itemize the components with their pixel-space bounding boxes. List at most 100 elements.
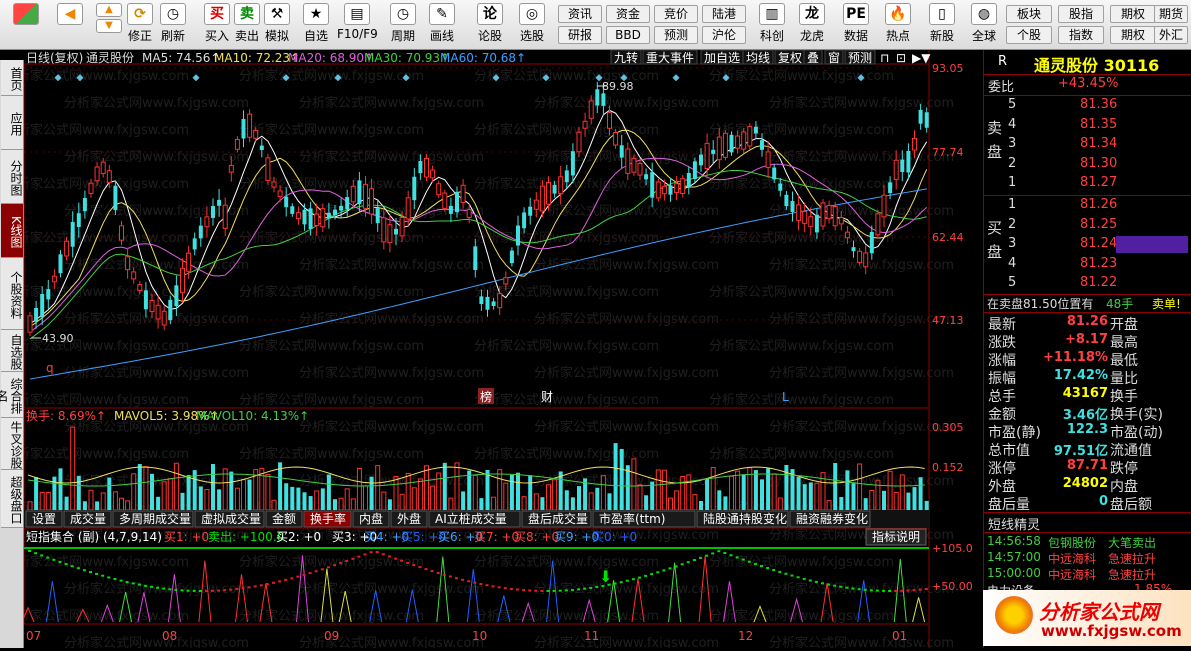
left-tab-2[interactable]: 分时图 (1, 150, 23, 204)
toolbar-button-5[interactable]: ◷ 周期 (383, 3, 423, 47)
indicator-title: 短指集合 (副) (4,7,9,14) (26, 529, 162, 544)
indicator-tab-4[interactable]: 金额 (272, 511, 296, 526)
refresh-fix-button[interactable]: ⟳ 修正 (125, 3, 155, 47)
watermark-text: 分析家公式网www.fxjgsw.com (299, 95, 484, 111)
up-down-button[interactable]: ▲ ▼ (96, 3, 122, 47)
indicator-tab-2[interactable]: 多周期成交量 (119, 511, 191, 526)
left-tab-6[interactable]: 综合排名 (0, 372, 23, 418)
toolbar-button-7[interactable]: 论论股 (470, 3, 510, 47)
menu-arrow-icon[interactable]: ▶▼ (912, 51, 931, 65)
back-button[interactable]: ◀ (50, 3, 90, 47)
marker-cai[interactable]: 财 (541, 390, 553, 404)
grid-button-1-0[interactable]: 研报 (558, 26, 602, 44)
watermark-text: 分析家公式网www.fxjgsw.com (534, 635, 719, 648)
buy-level-3[interactable]: 3 81.24 (984, 236, 1191, 254)
buy-level-1[interactable]: 1 81.26 (984, 197, 1191, 215)
indicator-tab-0[interactable]: 设置 (32, 512, 56, 526)
marker-q[interactable]: q (46, 361, 54, 375)
volume-highlight-bar (1116, 236, 1188, 253)
toolbar-button-9[interactable]: ▥ 科创 (752, 3, 792, 47)
toolbar-button-11[interactable]: PE 数据 (836, 3, 876, 47)
left-tab-8[interactable]: 超级盘口 (1, 470, 23, 528)
turnover-label: 换手: 8.69%↑ (26, 409, 106, 423)
sell-level-3[interactable]: 3 81.34 (984, 136, 1191, 154)
right-grid-button-0-1[interactable]: 股指 (1058, 5, 1104, 23)
buy-level-2[interactable]: 2 81.25 (984, 217, 1191, 235)
ma20-label: MA20: 68.90↑ (288, 51, 374, 65)
kline-chart-area[interactable]: 分析家公式网www.fxjgsw.com 分析家公式网www.fxjgsw.com… (4, 49, 981, 651)
indicator-tab-8[interactable]: AI立桩成交量 (435, 511, 507, 526)
watermark-text: 分析家公式网www.fxjgsw.com (474, 230, 659, 246)
grid-button-0-0[interactable]: 资讯 (558, 5, 602, 23)
grid-button-0-1[interactable]: 资金 (606, 5, 650, 23)
vol-axis-top: 0.305 (932, 421, 964, 434)
toolbar-button-10[interactable]: 龙龙虎 (792, 3, 832, 47)
toolbar-button-8[interactable]: ◎ 选股 (512, 3, 552, 47)
right-grid-button-0-3[interactable]: 期货 (1154, 5, 1188, 23)
indicator-tab-1[interactable]: 成交量 (70, 511, 106, 526)
sell-level-2[interactable]: 2 81.30 (984, 156, 1191, 174)
indicator-tab-5[interactable]: 换手率 (310, 511, 346, 526)
chart-tool-1[interactable]: 重大事件 (646, 51, 694, 65)
right-grid-button-1-2[interactable]: 期权 (1110, 26, 1156, 44)
ind-axis-top: +105.0 (932, 542, 973, 555)
left-tab-0[interactable]: 首页 (1, 60, 23, 96)
chart-tool-7[interactable]: 预测 (848, 51, 872, 65)
toolbar-button-2[interactable]: ⚒ 模拟 (257, 3, 297, 47)
grid-button-0-2[interactable]: 竞价 (654, 5, 698, 23)
watermark-text: 分析家公式网www.fxjgsw.com (534, 365, 719, 381)
right-grid-button-1-0[interactable]: 个股 (1006, 26, 1052, 44)
grid-button-1-2[interactable]: 预测 (654, 26, 698, 44)
chart-tool-3[interactable]: 均线 (746, 51, 770, 65)
right-grid-button-0-2[interactable]: 期权 (1110, 5, 1156, 23)
buy-level-5[interactable]: 5 81.22 (984, 275, 1191, 293)
indicator-tab-10[interactable]: 市盈率(ttm) (599, 511, 665, 526)
buy-level-4[interactable]: 4 81.23 (984, 256, 1191, 274)
marker-l[interactable]: L (782, 390, 789, 404)
x-tick-4: 11 (584, 629, 599, 643)
chart-tool-4[interactable]: 复权 (778, 51, 802, 65)
grid-button-1-1[interactable]: BBD (606, 26, 650, 44)
watermark-text: 分析家公式网www.fxjgsw.com (24, 446, 189, 462)
sell-level-4[interactable]: 4 81.35 (984, 117, 1191, 135)
left-tab-5[interactable]: 自选股 (1, 330, 23, 372)
grid-button-0-3[interactable]: 陆港 (702, 5, 746, 23)
toolbar-button-12[interactable]: 🔥 热点 (878, 3, 918, 47)
watermark-text: 分析家公式网www.fxjgsw.com (64, 635, 249, 648)
star-icon: ★ (303, 3, 329, 25)
indicator-tab-3[interactable]: 虚拟成交量 (201, 511, 261, 526)
indicator-tab-7[interactable]: 外盘 (397, 511, 421, 526)
reload-button[interactable]: ◷ 刷新 (158, 3, 188, 47)
indicator-tab-12[interactable]: 融资融券变化 (796, 511, 868, 526)
chart-tool-6[interactable]: 窗 (828, 51, 840, 65)
toolbar-button-4[interactable]: ▤ F10/F9 (337, 3, 378, 47)
sell-level-1[interactable]: 1 81.27 (984, 175, 1191, 193)
toolbar-button-3[interactable]: ★ 自选 (296, 3, 336, 47)
fullscreen-icon[interactable]: ⊡ (896, 51, 906, 65)
left-tab-4[interactable]: 个股资料 (1, 258, 23, 330)
indicator-explain-button[interactable]: 指标说明 (872, 529, 920, 544)
right-grid-button-1-1[interactable]: 指数 (1058, 26, 1104, 44)
indicator-tab-11[interactable]: 陆股通持股变化 (703, 511, 787, 526)
hot-icon: 🔥 (885, 3, 911, 25)
right-grid-button-1-3[interactable]: 外汇 (1154, 26, 1188, 44)
chart-tool-0[interactable]: 九转 (614, 50, 638, 65)
left-tab-1[interactable]: 应用 (1, 96, 23, 150)
sell-level-5[interactable]: 5 81.36 (984, 97, 1191, 115)
chart-tool-2[interactable]: 加自选 (704, 51, 740, 65)
marker-bang[interactable]: 榜 (480, 389, 492, 404)
price-tick-0: 93.05 (932, 62, 964, 75)
toolbar-button-14[interactable]: ◍ 全球 (964, 3, 1004, 47)
left-tab-3[interactable]: K线图 (1, 204, 23, 258)
toolbar-button-6[interactable]: ✎ 画线 (422, 3, 462, 47)
lock-icon[interactable]: ⊓ (880, 51, 889, 65)
right-grid-button-0-0[interactable]: 板块 (1006, 5, 1052, 23)
toolbar-button-13[interactable]: ▯ 新股 (922, 3, 962, 47)
left-tab-7[interactable]: 牛叉诊股 (1, 418, 23, 470)
indicator-header: 短指集合 (副) (4,7,9,14) 买1: +0卖出: +100.0买2: +… (26, 529, 637, 544)
indicator-tab-9[interactable]: 盘后成交量 (528, 511, 588, 526)
indicator-tab-6[interactable]: 内盘 (359, 511, 383, 526)
grid-button-1-3[interactable]: 沪伦 (702, 26, 746, 44)
windows-logo-icon[interactable] (6, 3, 46, 47)
chart-tool-5[interactable]: 叠 (807, 51, 819, 65)
